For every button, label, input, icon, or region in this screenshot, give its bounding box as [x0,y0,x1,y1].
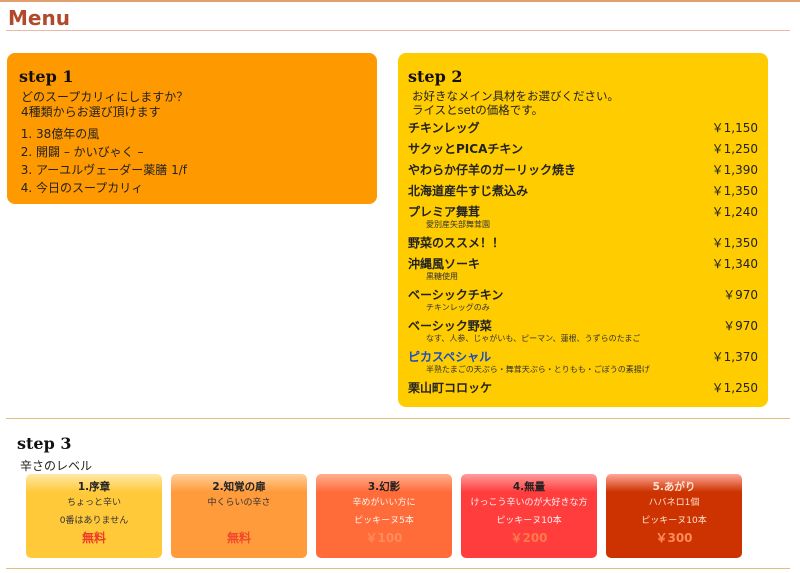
top-border [0,0,800,2]
menu-item-note: なす、人参、じゃがいも、ピーマン、蓮根、うずらのたまご [426,334,641,343]
menu-item: ベーシックチキン ￥970 チキンレッグのみ [408,288,758,313]
spice-level-price: ￥100 [365,531,403,545]
menu-item: チキンレッグ ￥1,150 [408,121,758,136]
menu-item: ベーシック野菜 ￥970 なす、人参、じゃがいも、ピーマン、蓮根、うずらのたまご [408,319,758,344]
menu-item-name: ベーシック野菜 [408,319,492,333]
menu-item-price: ￥1,350 [711,236,758,250]
spice-level-card: 2.知覚の扉 中くらいの辛さ 無料 [171,474,307,558]
soup-options-list: 38億年の風 開闢 – かいびゃく – アーユルヴェーダー薬膳 1/f 今日のス… [19,125,365,197]
menu-item-note: 愛別産矢部舞茸園 [426,220,490,229]
spice-level-name: 5.あがり [652,481,696,493]
spice-level-card: 4.無量 けっこう辛いのが大好きな方 ピッキーヌ10本 ￥200 [461,474,597,558]
soup-option: アーユルヴェーダー薬膳 1/f [36,161,365,179]
menu-item-price: ￥1,350 [711,184,758,198]
menu-item: ピカスペシャル ￥1,370 半熟たまごの天ぷら・舞茸天ぷら・とりもも・ごぼうの… [408,350,758,375]
menu-item-note: 半熟たまごの天ぷら・舞茸天ぷら・とりもも・ごぼうの素揚げ [426,365,650,374]
menu-item-note: チキンレッグのみ [426,303,490,312]
soup-option: 開闢 – かいびゃく – [36,143,365,161]
step1-desc-line1: どのスープカリィにしますか？ [21,90,189,104]
menu-item: プレミア舞茸 ￥1,240 愛別産矢部舞茸園 [408,205,758,230]
main-ingredient-list: チキンレッグ ￥1,150 サクッとPICAチキン ￥1,250 やわらか仔羊の… [408,121,758,396]
menu-item-name: チキンレッグ [408,121,480,135]
menu-item-name: 沖縄風ソーキ [408,257,481,271]
spice-level-desc: 中くらいの辛さ [207,498,271,508]
bottom-divider [6,568,790,569]
step2-heading: step 2 [408,67,463,86]
spice-level-desc: ピッキーヌ5本 [354,516,414,526]
title-divider [6,30,790,31]
spice-level-price: 無料 [81,531,106,545]
spice-level-desc: ピッキーヌ10本 [496,516,562,526]
menu-item-price: ￥1,340 [711,257,758,271]
spice-level-desc [171,512,307,530]
spice-level-price: 無料 [226,531,251,545]
step2-card: step 2 お好きなメイン具材をお選びください。 ライスとsetの価格です。 … [398,53,768,407]
spice-level-name: 1.序章 [77,481,111,493]
menu-item-price: ￥1,250 [711,142,758,156]
spice-level-card: 1.序章 ちょっと辛い 0番はありません 無料 [26,474,162,558]
menu-item-name: 野菜のススメ！！ [408,236,505,250]
spice-level-name: 2.知覚の扉 [212,481,266,493]
menu-item: 栗山町コロッケ ￥1,250 [408,381,758,396]
spice-level-desc: けっこう辛いのが大好きな方 [470,498,588,508]
spice-level-row: 1.序章 ちょっと辛い 0番はありません 無料 2.知覚の扉 中くらいの辛さ 無… [26,474,742,558]
menu-item-name: やわらか仔羊のガーリック焼き [408,163,577,177]
spice-level-desc: 0番はありません [59,516,129,526]
menu-item: サクッとPICAチキン ￥1,250 [408,142,758,157]
step3-header: step 3 [17,434,71,453]
menu-item-name: 北海道産牛すじ煮込み [408,184,529,198]
menu-item-price: ￥1,390 [711,163,758,177]
step1-heading: step 1 [19,67,74,86]
spice-level-card: 5.あがり ハバネロ1個 ピッキーヌ10本 ￥300 [606,474,742,558]
spice-level-desc: ピッキーヌ10本 [641,516,707,526]
step2-description: お好きなメイン具材をお選びください。 ライスとsetの価格です。 [408,89,758,117]
menu-item-price: ￥970 [723,319,758,333]
menu-item-price: ￥1,250 [711,381,758,395]
step1-description: どのスープカリィにしますか？ 4種類からお選び頂けます [19,90,365,120]
menu-item: やわらか仔羊のガーリック焼き ￥1,390 [408,163,758,178]
step2-desc-line2: ライスとsetの価格です。 [412,103,544,117]
soup-option: 今日のスープカリィ [36,179,365,197]
step2-desc-line1: お好きなメイン具材をお選びください。 [412,89,619,103]
menu-item: 沖縄風ソーキ ￥1,340 黒糖使用 [408,257,758,282]
spice-level-card: 3.幻影 辛めがいい方に ピッキーヌ5本 ￥100 [316,474,452,558]
spice-level-desc: 辛めがいい方に [352,498,416,508]
soup-option: 38億年の風 [36,125,365,143]
menu-item: 北海道産牛すじ煮込み ￥1,350 [408,184,758,199]
step1-desc-line2: 4種類からお選び頂けます [21,105,161,119]
menu-item-name: サクッとPICAチキン [408,142,523,156]
menu-item-name: プレミア舞茸 [408,205,481,219]
menu-item-price: ￥1,370 [711,350,758,364]
menu-item-name: 栗山町コロッケ [408,381,493,395]
menu-item: 野菜のススメ！！ ￥1,350 [408,236,758,251]
spice-level-label: 辛さのレベル [20,459,93,473]
menu-item-name: ピカスペシャル [408,350,492,364]
step3-heading: step 3 [17,434,72,453]
section-divider [6,418,790,419]
spice-level-desc: ハバネロ1個 [648,498,700,508]
menu-item-price: ￥1,150 [711,121,758,135]
menu-item-price: ￥1,240 [711,205,758,219]
menu-item-name: ベーシックチキン [408,288,504,302]
spice-level-price: ￥300 [655,531,693,545]
menu-item-note: 黒糖使用 [426,272,458,281]
page-title: Menu [8,6,70,30]
spice-level-desc: ちょっと辛い [66,498,121,508]
spice-level-name: 4.無量 [512,481,546,493]
spice-level-name: 3.幻影 [367,481,401,493]
spice-level-price: ￥200 [510,531,548,545]
menu-item-price: ￥970 [723,288,758,302]
step1-card: step 1 どのスープカリィにしますか？ 4種類からお選び頂けます 38億年の… [7,53,377,204]
